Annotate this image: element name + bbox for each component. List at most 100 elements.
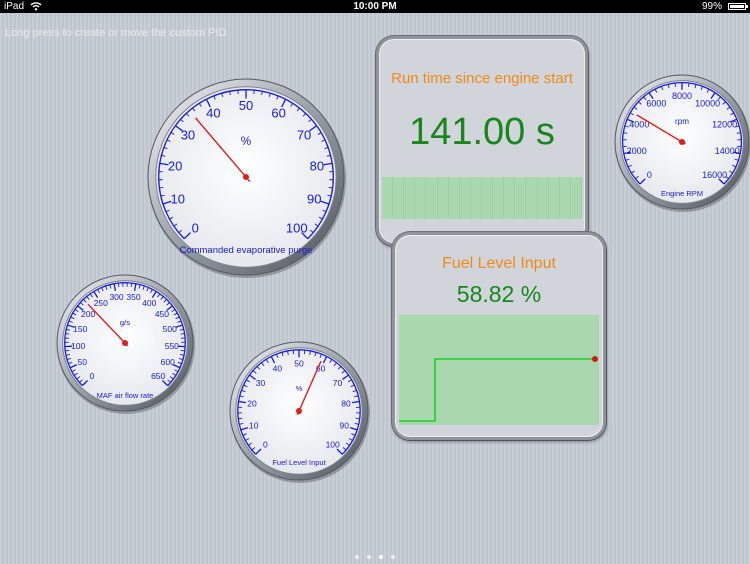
gauge-tick-label: 40 xyxy=(206,106,220,121)
gauge-unit: % xyxy=(241,135,251,148)
fuel-level-history-line xyxy=(399,359,595,421)
gauge-tick-label: 100 xyxy=(286,220,308,235)
gauge-tick-label: 20 xyxy=(247,399,257,409)
gauge-tick-label: 50 xyxy=(239,98,253,113)
gauge-tick-label: 30 xyxy=(256,378,266,388)
runtime-bar-segment xyxy=(504,177,515,219)
gauge-tick-label: 20 xyxy=(168,158,182,173)
page-indicator[interactable] xyxy=(0,546,750,564)
gauge-unit: g/s xyxy=(120,318,130,327)
gauge-tick-label: 14000 xyxy=(715,146,740,156)
runtime-bar-segment xyxy=(471,177,482,219)
gauge-tick-label: 60 xyxy=(271,106,285,121)
fuel-level-gauge[interactable]: 0102030405060708090100%Fuel Level Input xyxy=(229,339,371,481)
clock: 10:00 PM xyxy=(0,0,750,13)
evaporative-purge-gauge[interactable]: 0 10 20 30 40 50 60 70 80 90 100% Commanded evapora… xyxy=(138,79,356,275)
gauge-tick-label: 90 xyxy=(340,421,350,431)
battery-percent: 99% xyxy=(702,0,722,13)
gauge-tick-label: 0 xyxy=(192,220,199,235)
gauge-tick-label: 10000 xyxy=(695,99,720,109)
gauge-tick xyxy=(181,350,185,351)
gauge-unit: rpm xyxy=(675,117,689,126)
runtime-bar-segment xyxy=(571,177,582,219)
gauge-tick-label: 250 xyxy=(94,298,108,308)
page-dot[interactable] xyxy=(355,555,359,559)
gauge-label: Fuel Level Input xyxy=(272,458,326,467)
gauge-label: Commanded evaporative purge xyxy=(179,245,312,256)
fuel-level-history-point xyxy=(592,356,598,362)
gauge-tick-label: 100 xyxy=(71,341,85,351)
gauge-tick-label: 400 xyxy=(142,298,156,308)
runtime-bar-segment xyxy=(404,177,415,219)
runtime-bar-segment xyxy=(382,177,393,219)
runtime-bar-segment xyxy=(415,177,426,219)
fuel-level-panel-value: 58.82 % xyxy=(395,281,603,308)
gauge-tick-label: 16000 xyxy=(702,170,727,180)
gauge-tick-label: 50 xyxy=(77,357,87,367)
runtime-bar-segment xyxy=(538,177,549,219)
status-bar: iPad 10:00 PM 99% xyxy=(0,0,750,13)
gauge-tick xyxy=(356,418,360,419)
gauge-tick-label: 40 xyxy=(273,364,283,374)
gauge-tick-label: 50 xyxy=(294,358,304,368)
page-dot[interactable] xyxy=(391,555,395,559)
fuel-level-panel-title: Fuel Level Input xyxy=(395,255,603,273)
gauge-hub xyxy=(679,139,685,145)
gauge-label: MAF air flow rate xyxy=(97,391,154,400)
gauge-tick-label: 30 xyxy=(181,127,195,142)
battery-icon xyxy=(728,3,746,10)
gauge-tick-label: 70 xyxy=(297,127,311,142)
gauge-tick-label: 0 xyxy=(89,371,94,381)
gauge-tick-label: 80 xyxy=(310,158,324,173)
runtime-panel[interactable]: Run time since engine start 141.00 s xyxy=(376,36,588,246)
gauge-tick-label: 300 xyxy=(109,292,123,302)
gauge-tick-label: 550 xyxy=(165,341,179,351)
fuel-level-history-graph xyxy=(399,315,599,425)
gauge-tick xyxy=(65,334,69,335)
gauge-tick xyxy=(65,350,69,351)
gauge-tick-label: 6000 xyxy=(646,99,666,109)
gauge-hub xyxy=(296,408,302,414)
gauge-tick-label: 12000 xyxy=(712,119,737,129)
gauge-tick xyxy=(737,133,741,134)
maf-air-flow-gauge[interactable]: 050100150200250300350400450500550600650g… xyxy=(53,273,199,410)
gauge-tick-label: 450 xyxy=(155,309,169,319)
gauge-hub xyxy=(243,174,249,180)
gauge-tick-label: 10 xyxy=(170,192,184,207)
fuel-level-panel[interactable]: Fuel Level Input 58.82 % xyxy=(392,232,606,440)
gauge-tick-label: 650 xyxy=(151,371,165,381)
engine-rpm-gauge[interactable]: 0200040006000800010000120001400016000rpm… xyxy=(612,72,750,210)
gauge-tick-label: 80 xyxy=(341,399,351,409)
runtime-bar-segment xyxy=(482,177,493,219)
runtime-bar-segment xyxy=(460,177,471,219)
runtime-panel-title: Run time since engine start xyxy=(379,70,585,87)
runtime-bar-segment xyxy=(438,177,449,219)
gauge-tick-label: 10 xyxy=(249,421,259,431)
gauge-unit: % xyxy=(296,384,303,393)
gauge-tick-label: 90 xyxy=(307,192,321,207)
gauge-tick xyxy=(181,334,185,335)
runtime-bar-segment xyxy=(426,177,437,219)
page-dot-current[interactable] xyxy=(379,555,383,559)
runtime-bar-segment xyxy=(549,177,560,219)
runtime-bar-segment xyxy=(449,177,460,219)
gauge-tick xyxy=(623,133,627,134)
runtime-bar-segment xyxy=(526,177,537,219)
runtime-bar-segment xyxy=(560,177,571,219)
runtime-bar-segment xyxy=(515,177,526,219)
gauge-tick-label: 350 xyxy=(126,292,140,302)
gauge-tick-label: 600 xyxy=(161,357,175,367)
gauge-tick-label: 100 xyxy=(326,440,340,450)
gauge-tick-label: 0 xyxy=(263,440,268,450)
gauge-tick-label: 500 xyxy=(163,324,177,334)
gauge-tick xyxy=(238,418,242,419)
runtime-panel-value: 141.00 s xyxy=(379,111,585,154)
gauge-tick-label: 8000 xyxy=(672,91,692,101)
gauge-tick-label: 70 xyxy=(333,378,343,388)
page-dot[interactable] xyxy=(367,555,371,559)
gauge-tick-label: 0 xyxy=(647,170,652,180)
runtime-bar-strip xyxy=(382,177,582,219)
gauge-hub xyxy=(122,340,128,346)
gauge-tick-label: 150 xyxy=(73,324,87,334)
gauge-label: Engine RPM xyxy=(661,189,703,198)
